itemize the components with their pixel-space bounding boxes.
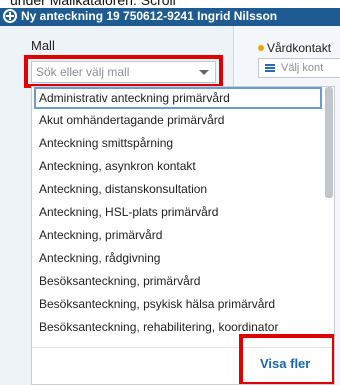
template-dropdown-list[interactable]: Administrativ anteckning primärvård Akut…: [31, 86, 335, 385]
vardkontakt-text: Vårdkontakt: [267, 41, 332, 55]
list-icon: [265, 64, 275, 72]
template-search-select[interactable]: [31, 61, 216, 83]
visa-fler-button[interactable]: Visa fler: [244, 340, 334, 384]
window-title: Ny anteckning 19 750612-9241 Ingrid Nils…: [21, 9, 278, 23]
dropdown-option[interactable]: Anteckning, HSL-plats primärvård: [39, 201, 323, 223]
dropdown-option[interactable]: Anteckning, distanskonsultation: [39, 178, 323, 200]
dropdown-option[interactable]: Besöksanteckning, rehabilitering, koordi…: [39, 316, 323, 338]
vardkontakt-label: Vårdkontakt: [258, 41, 331, 55]
window-titlebar: Ny anteckning 19 750612-9241 Ingrid Nils…: [0, 8, 340, 26]
dropdown-option[interactable]: Akut omhändertagande primärvård: [39, 109, 323, 131]
visa-fler-label: Visa fler: [260, 356, 311, 371]
dropdown-option[interactable]: Besöksanteckning, primärvård: [39, 270, 323, 292]
valj-kontakt-label: Välj kont: [281, 62, 324, 74]
dropdown-option[interactable]: Administrativ anteckning primärvård: [34, 87, 322, 109]
dropdown-scrollbar[interactable]: [325, 87, 333, 198]
dropdown-option[interactable]: Besöksanteckning, psykisk hälsa primärvå…: [39, 293, 323, 315]
dropdown-option[interactable]: Anteckning smittspårning: [39, 132, 323, 154]
plus-circle-icon: [3, 9, 17, 23]
dropdown-option[interactable]: Anteckning, primärvård: [39, 224, 323, 246]
dropdown-option[interactable]: Anteckning, asynkron kontakt: [39, 155, 323, 177]
chevron-down-icon[interactable]: [199, 70, 209, 75]
valj-kontakt-select[interactable]: Välj kont: [258, 58, 340, 78]
status-dot-icon: [258, 44, 264, 51]
mall-label: Mall: [31, 38, 55, 53]
dropdown-option[interactable]: Anteckning, rådgivning: [39, 247, 323, 269]
template-search-input[interactable]: [36, 64, 196, 80]
caption-text: under Mallkataloren: Scroll: [10, 0, 176, 8]
